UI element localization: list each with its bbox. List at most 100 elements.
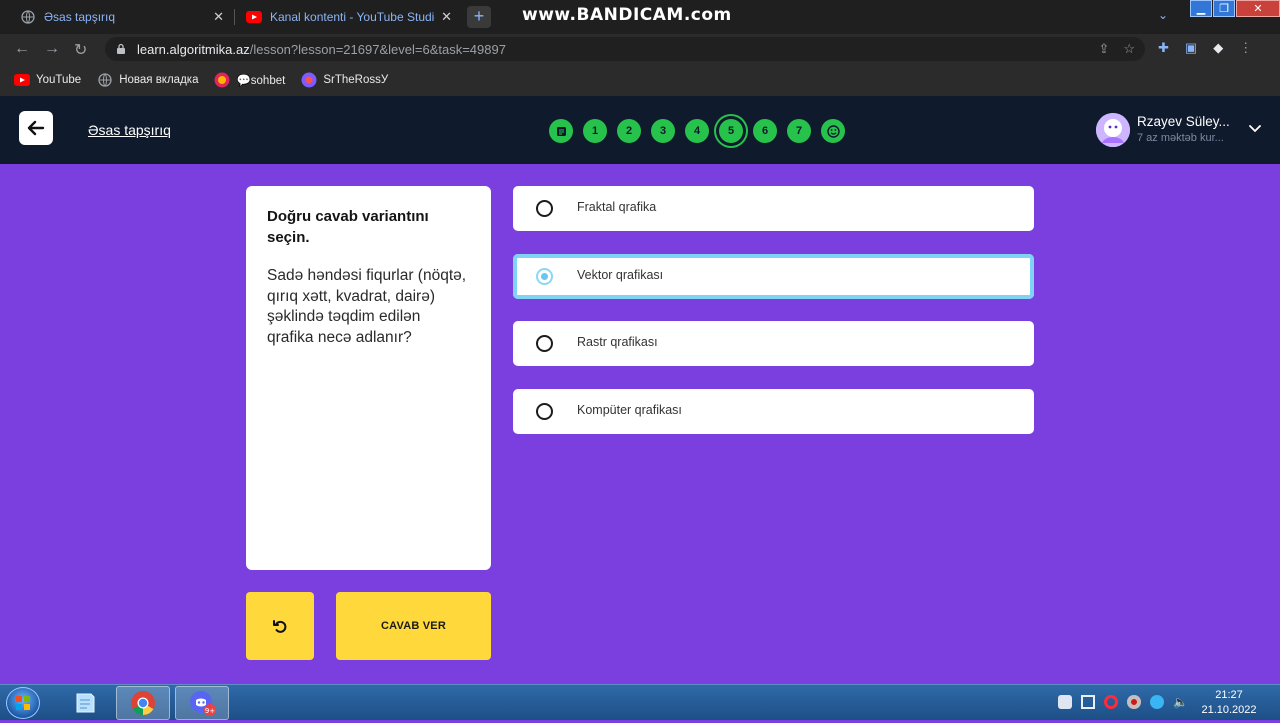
restore-icon[interactable]: ❐ <box>1213 0 1235 17</box>
browser-tab-youtube-studio[interactable]: Kanal kontenti - YouTube Studio ✕ <box>236 3 462 31</box>
clock-time: 21:27 <box>1215 689 1243 701</box>
network-icon[interactable] <box>1081 695 1095 709</box>
smiley-icon <box>826 124 840 138</box>
step-4[interactable]: 4 <box>685 119 709 143</box>
app-tray-icon[interactable] <box>1150 695 1164 709</box>
bookmark-new-tab[interactable]: Новая вкладка <box>97 72 198 88</box>
option-label: Rastr qrafikası <box>577 335 658 349</box>
tab-title: Kanal kontenti - YouTube Studio <box>270 10 436 24</box>
answer-option-3[interactable]: Rastr qrafikası <box>513 321 1034 366</box>
bookmark-star-icon[interactable]: ☆ <box>1123 41 1135 57</box>
os-taskbar: 9+ 🔈 21:27 21.10.2022 <box>0 684 1280 720</box>
step-7[interactable]: 7 <box>787 119 811 143</box>
bookmark-srtheross[interactable]: SrTheRossУ <box>301 72 388 88</box>
taskbar-notes-app[interactable] <box>58 686 112 720</box>
extensions-puzzle-icon[interactable]: ✚ <box>1158 40 1169 56</box>
answer-option-4[interactable]: Kompüter qrafikası <box>513 389 1034 434</box>
step-6[interactable]: 6 <box>753 119 777 143</box>
answer-option-2-selected[interactable]: Vektor qrafikası <box>513 254 1034 299</box>
discord-tray-icon[interactable] <box>1058 695 1072 709</box>
chrome-icon <box>131 691 155 715</box>
user-course: 7 az məktəb kur... <box>1137 132 1224 144</box>
back-button[interactable] <box>19 111 53 145</box>
question-card: Doğru cavab variantını seçin. Sadə həndə… <box>246 186 491 570</box>
undo-icon <box>273 620 287 633</box>
radio-button[interactable] <box>536 403 553 420</box>
menu-kebab-icon[interactable]: ⋮ <box>1239 40 1252 56</box>
start-button[interactable] <box>6 687 40 719</box>
url-host: learn.algoritmika.az <box>137 41 250 57</box>
taskbar-chrome[interactable] <box>116 686 170 720</box>
address-bar[interactable]: learn.algoritmika.az/lesson?lesson=21697… <box>105 37 1145 61</box>
browser-tab-bar: Əsas tapşırıq ✕ Kanal kontenti - YouTube… <box>0 0 1280 34</box>
question-title: Doğru cavab variantını seçin. <box>267 208 429 246</box>
user-menu[interactable]: Rzayev Süley... 7 az məktəb kur... <box>1096 113 1266 147</box>
bookmark-youtube[interactable]: YouTube <box>14 72 81 88</box>
answer-option-1[interactable]: Fraktal qrafika <box>513 186 1034 231</box>
browser-tab-lesson[interactable]: Əsas tapşırıq ✕ <box>10 3 234 31</box>
taskbar-discord[interactable]: 9+ <box>175 686 229 720</box>
bookmarks-bar: YouTube Новая вкладка 💬sohbet SrTheRossУ <box>0 64 1280 96</box>
option-label: Kompüter qrafikası <box>577 403 682 417</box>
record-icon[interactable] <box>1127 695 1141 709</box>
window-controls: ▁ ❐ ✕ <box>1189 0 1280 18</box>
reset-button[interactable] <box>246 592 314 660</box>
discord-icon: 9+ <box>190 691 216 716</box>
close-window-icon[interactable]: ✕ <box>1236 0 1280 17</box>
clock-date: 21.10.2022 <box>1201 704 1257 716</box>
submit-answer-button[interactable]: CAVAB VER <box>336 592 491 660</box>
radio-button[interactable] <box>536 200 553 217</box>
chevron-down-icon[interactable] <box>1248 121 1262 135</box>
option-label: Fraktal qrafika <box>577 200 657 214</box>
side-panel-icon[interactable]: ▣ <box>1185 40 1197 56</box>
notepad-icon <box>76 693 95 713</box>
globe-icon <box>97 72 113 88</box>
minimize-icon[interactable]: ▁ <box>1190 0 1212 17</box>
profile-extension-icon[interactable]: ◆ <box>1213 40 1223 56</box>
arrow-left-icon <box>27 120 45 136</box>
lock-icon <box>115 43 127 55</box>
user-name: Rzayev Süley... <box>1137 114 1230 129</box>
site-favicon-icon <box>301 72 317 88</box>
tab-title: Əsas tapşırıq <box>44 10 116 24</box>
lesson-title-link[interactable]: Əsas tapşırıq <box>88 122 171 138</box>
option-label: Vektor qrafikası <box>577 268 664 282</box>
discord-badge: 9+ <box>205 707 215 715</box>
document-icon <box>556 126 566 136</box>
reload-icon[interactable]: ↻ <box>74 40 87 60</box>
system-tray: 🔈 <box>1058 695 1189 709</box>
close-tab-icon[interactable]: ✕ <box>213 9 224 25</box>
question-text: Sadə həndəsi fiqurlar (nöqtə, qırıq xətt… <box>267 267 467 346</box>
windows-logo-icon <box>16 696 30 710</box>
lesson-header: Əsas tapşırıq 1 2 3 4 5 6 7 Rzayev Süley… <box>0 96 1280 164</box>
volume-icon[interactable]: 🔈 <box>1173 695 1189 709</box>
share-icon[interactable]: ⇪ <box>1098 41 1109 57</box>
step-5-current[interactable]: 5 <box>719 119 743 143</box>
url-path: /lesson?lesson=21697&level=6&task=49897 <box>249 41 506 57</box>
radio-button[interactable] <box>536 335 553 352</box>
tab-search-chevron-icon[interactable]: ⌄ <box>1158 8 1168 22</box>
radio-button-checked[interactable] <box>536 268 553 285</box>
browser-toolbar: ← → ↻ learn.algoritmika.az/lesson?lesson… <box>0 34 1280 64</box>
recording-watermark: www.BANDICAM.com <box>522 5 732 25</box>
task-steps: 1 2 3 4 5 6 7 <box>549 119 845 143</box>
youtube-icon <box>246 9 262 25</box>
youtube-icon <box>14 72 30 88</box>
step-1[interactable]: 1 <box>583 119 607 143</box>
step-2[interactable]: 2 <box>617 119 641 143</box>
bookmark-sohbet[interactable]: 💬sohbet <box>214 72 285 88</box>
avatar <box>1096 113 1130 147</box>
step-3[interactable]: 3 <box>651 119 675 143</box>
step-finish[interactable] <box>821 119 845 143</box>
tab-separator <box>234 9 235 25</box>
forward-arrow-icon[interactable]: → <box>44 40 60 58</box>
back-arrow-icon[interactable]: ← <box>14 40 30 58</box>
step-theory[interactable] <box>549 119 573 143</box>
new-tab-button[interactable]: + <box>467 6 491 28</box>
close-tab-icon[interactable]: ✕ <box>441 9 452 25</box>
chat-site-icon <box>214 72 230 88</box>
opera-icon[interactable] <box>1104 695 1118 709</box>
system-clock[interactable]: 21:27 21.10.2022 <box>1198 688 1260 718</box>
task-area: Doğru cavab variantını seçin. Sadə həndə… <box>0 164 1280 684</box>
globe-icon <box>20 9 36 25</box>
